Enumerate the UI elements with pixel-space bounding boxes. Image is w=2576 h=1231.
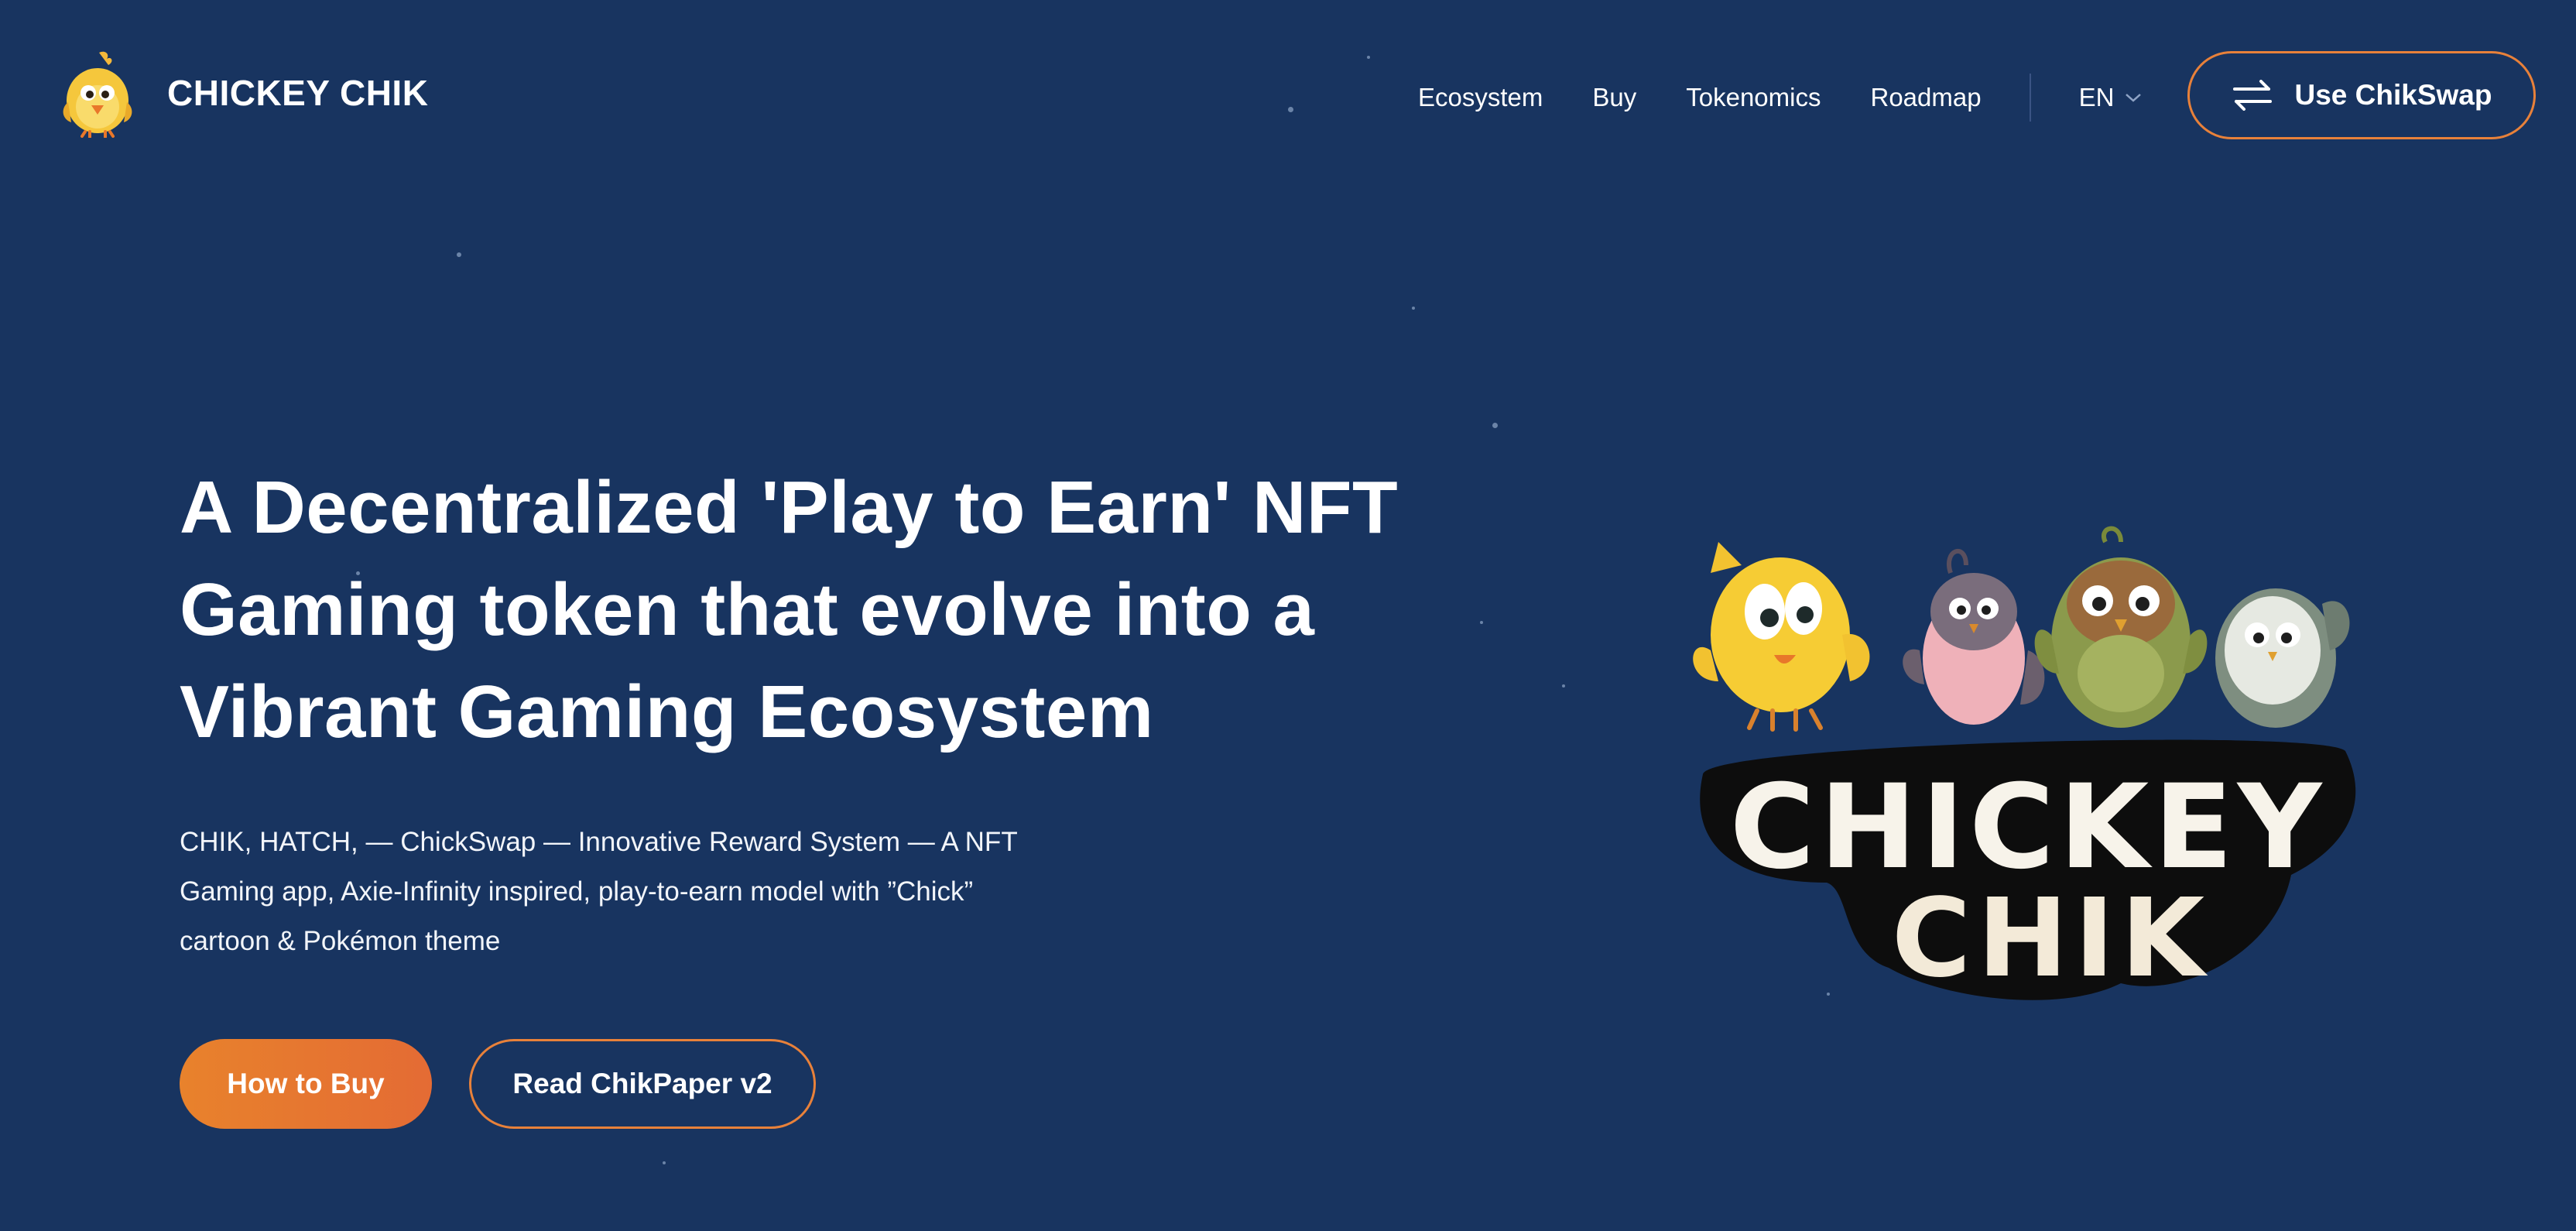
use-chikswap-label: Use ChikSwap: [2294, 79, 2492, 111]
white-owl-character: [2215, 588, 2350, 728]
nav-item-tokenomics[interactable]: Tokenomics: [1686, 83, 1821, 112]
chevron-down-icon: [2126, 94, 2142, 102]
chickey-chik-logo-text: CHICKEY CHIK: [1700, 739, 2356, 1002]
star-dot: [1367, 56, 1370, 59]
language-label: EN: [2078, 83, 2115, 111]
star-dot: [1562, 684, 1565, 688]
nav-item-buy[interactable]: Buy: [1592, 83, 1636, 112]
read-chikpaper-button[interactable]: Read ChikPaper v2: [469, 1039, 816, 1129]
brand-name: CHICKEY CHIK: [167, 73, 429, 113]
how-to-buy-label: How to Buy: [227, 1068, 385, 1099]
main-nav: Ecosystem Buy Tokenomics Roadmap EN: [1418, 74, 2143, 122]
star-dot: [1492, 423, 1498, 428]
olive-owl-character: [2034, 526, 2208, 728]
hero-description: CHIK, HATCH, — ChickSwap — Innovative Re…: [180, 827, 1018, 956]
art-logo-line-1: CHICKEY: [1730, 760, 2327, 895]
swap-arrows-icon: [2232, 80, 2272, 111]
nav-item-roadmap[interactable]: Roadmap: [1870, 83, 1981, 112]
nav-divider: [2029, 74, 2031, 122]
hero-title: A Decentralized 'Play to Earn' NFT Gamin…: [180, 466, 1399, 753]
chickey-chik-hero-illustration: CHICKEY CHIK: [1693, 526, 2356, 1002]
star-dot: [1412, 307, 1415, 310]
nav-item-ecosystem[interactable]: Ecosystem: [1418, 83, 1543, 112]
how-to-buy-button[interactable]: How to Buy: [180, 1039, 432, 1129]
star-dot: [663, 1161, 666, 1164]
use-chikswap-button[interactable]: Use ChikSwap: [2187, 51, 2536, 139]
chick-logo-icon: [63, 51, 132, 138]
star-dot: [1288, 107, 1293, 112]
brand[interactable]: CHICKEY CHIK: [59, 48, 428, 138]
star-dot: [457, 252, 461, 257]
yellow-chick-character: [1693, 542, 1870, 732]
read-chikpaper-label: Read ChikPaper v2: [512, 1068, 772, 1099]
gray-quail-character: [1903, 548, 2045, 725]
art-logo-line-2: CHIK: [1892, 876, 2211, 1002]
language-selector[interactable]: EN: [2079, 83, 2143, 112]
